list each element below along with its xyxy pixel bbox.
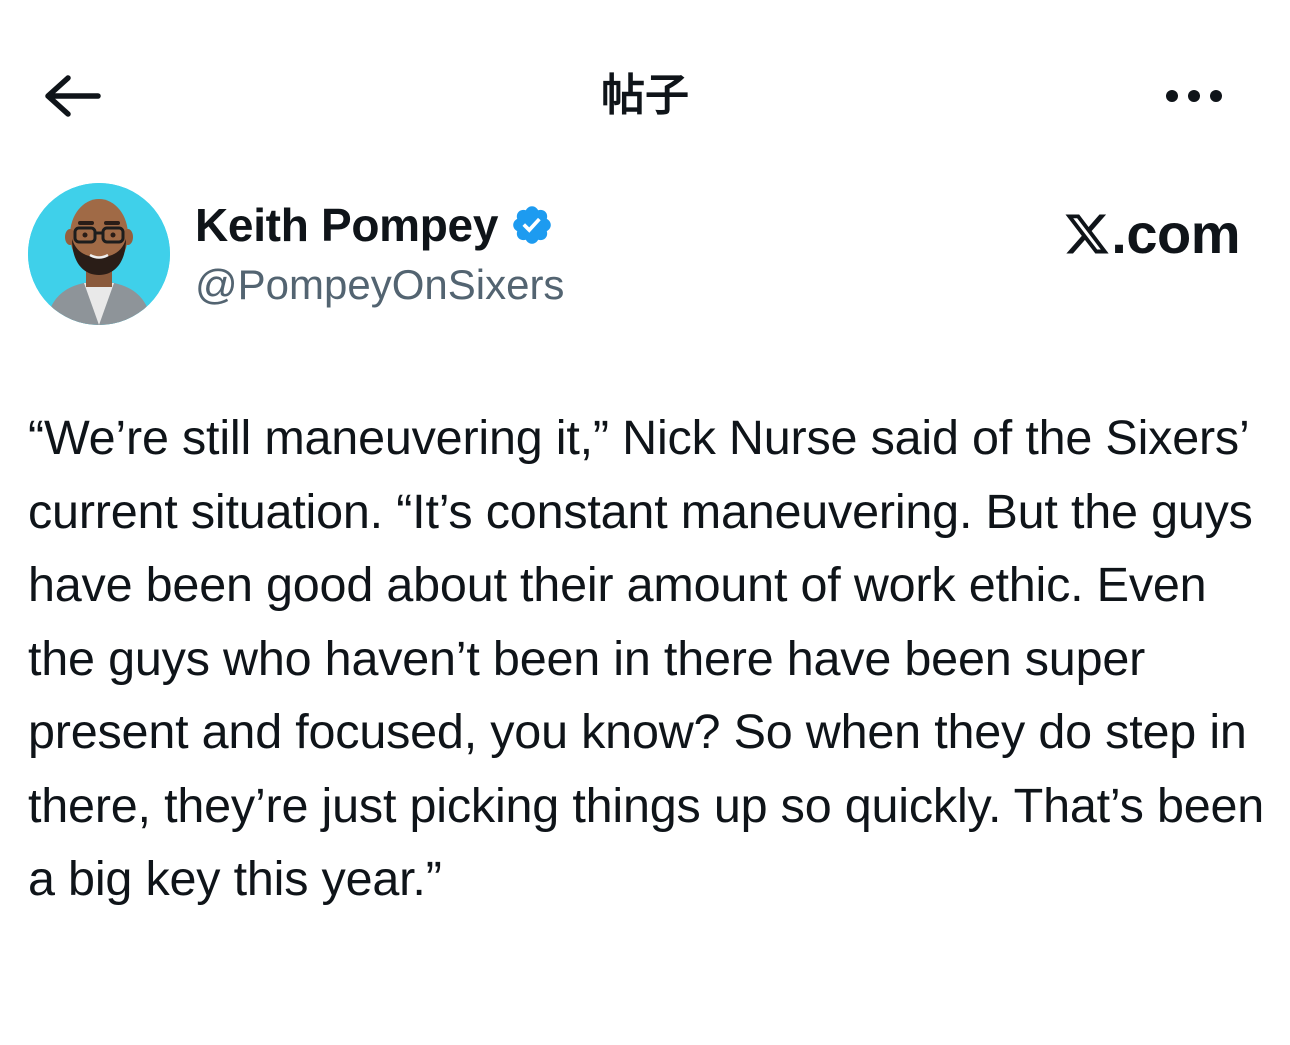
more-horizontal-icon (1166, 90, 1222, 102)
more-options-button[interactable] (1158, 72, 1230, 120)
brand-text: .com (1111, 202, 1240, 265)
page-title: 帖子 (601, 70, 689, 121)
top-navigation-bar: 帖子 (0, 0, 1290, 190)
avatar[interactable] (28, 183, 170, 325)
arrow-left-icon (45, 75, 101, 117)
author-display-name[interactable]: Keith Pompey (195, 197, 498, 253)
tweet-body-text: “We’re still maneuvering it,” Nick Nurse… (28, 411, 1265, 906)
brand-watermark: .com (1063, 203, 1240, 265)
author-handle[interactable]: @PompeyOnSixers (195, 258, 564, 312)
back-button[interactable] (40, 68, 104, 124)
avatar-illustration (28, 183, 170, 325)
author-name-row: Keith Pompey (195, 197, 554, 253)
x-logo-icon (1065, 214, 1109, 254)
verified-badge-icon (513, 206, 551, 244)
author-header: Keith Pompey @PompeyOnSixers .com (28, 183, 1262, 328)
